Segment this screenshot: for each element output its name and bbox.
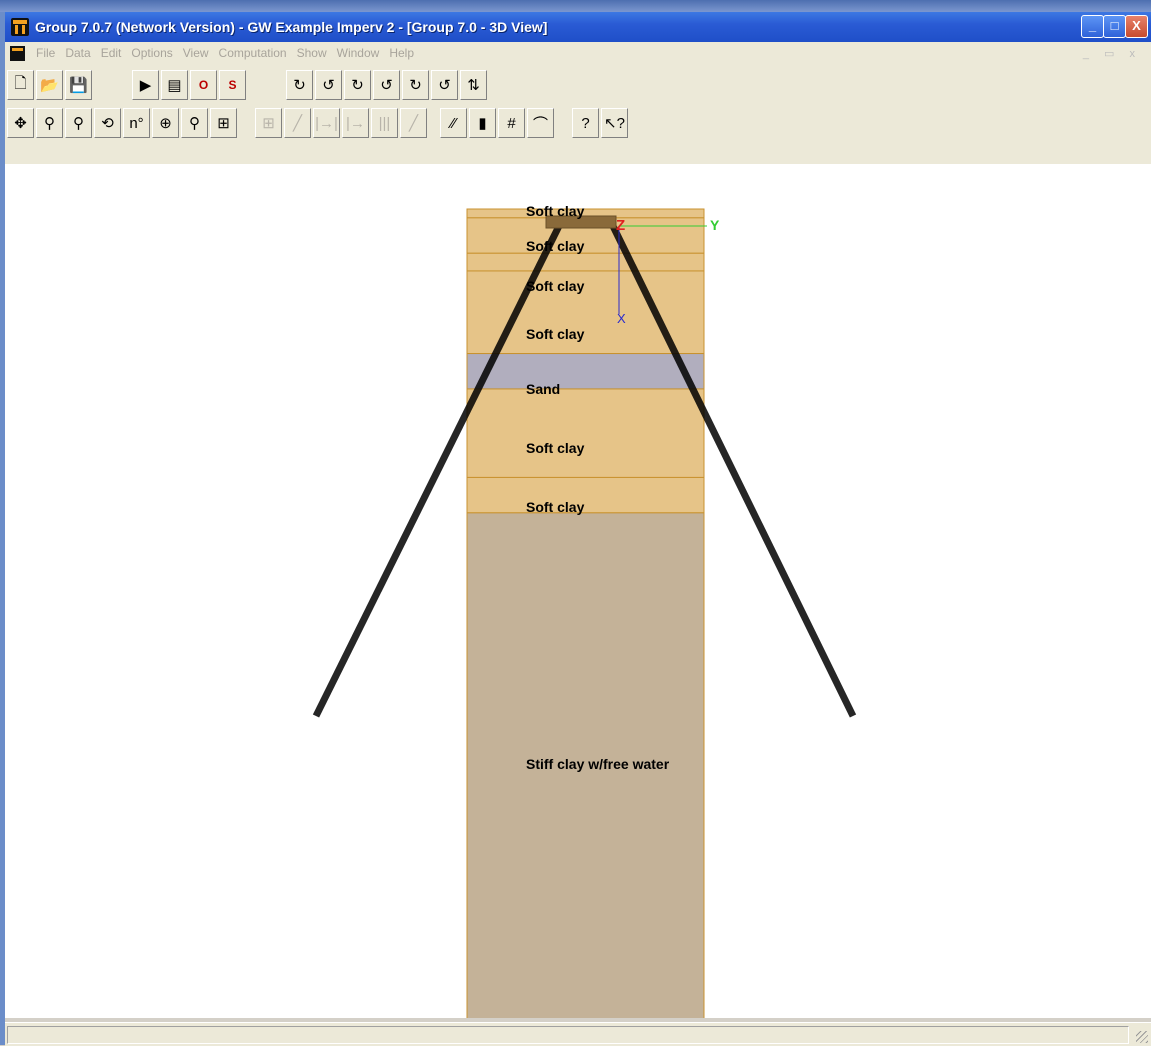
zoom-in-icon[interactable]: ⊕: [152, 108, 179, 138]
pile-line-icon[interactable]: ╱: [284, 108, 311, 138]
status-bar: [5, 1022, 1151, 1046]
new-file-icon[interactable]: 🗋: [7, 70, 34, 100]
zoom-icon[interactable]: ⚲: [36, 108, 63, 138]
close-button[interactable]: X: [1125, 15, 1148, 38]
pan-icon[interactable]: ✥: [7, 108, 34, 138]
load-curve-icon[interactable]: ⌒: [527, 108, 554, 138]
rotate-zx-icon[interactable]: ↻: [344, 70, 371, 100]
save-icon[interactable]: 💾: [65, 70, 92, 100]
rotate-zy-icon[interactable]: ↻: [402, 70, 429, 100]
zoom-out-icon[interactable]: ⚲: [181, 108, 208, 138]
rotate-xz-icon[interactable]: ↺: [373, 70, 400, 100]
deflection-icon[interactable]: ⁄⁄: [440, 108, 467, 138]
help-icon[interactable]: ?: [572, 108, 599, 138]
pile-offset-icon[interactable]: |→: [342, 108, 369, 138]
soil-layer-2: [466, 252, 705, 272]
soil-layer-label: Sand: [526, 381, 560, 397]
open-folder-icon[interactable]: 📂: [36, 70, 63, 100]
z-axis-label: Z: [616, 217, 625, 234]
desktop-top-strip: [0, 0, 1151, 12]
title-bar[interactable]: Group 7.0.7 (Network Version) - GW Examp…: [5, 12, 1151, 42]
status-pane: [7, 1026, 1129, 1044]
soil-layer-6: [466, 476, 705, 514]
view-toolbar: ✥ ⚲ ⚲ ⟲ n° ⊕ ⚲ ⊞ ⊞ ╱ |→| |→ ||| ╱ ⁄⁄ ▮ # ⌒? ↖?: [5, 102, 1151, 164]
menu-edit[interactable]: Edit: [96, 46, 127, 60]
soil-layer-label: Stiff clay w/free water: [526, 756, 670, 772]
soil-layer-label: Soft clay: [526, 440, 585, 456]
zoom-window-icon[interactable]: ⚲: [65, 108, 92, 138]
menu-help[interactable]: Help: [384, 46, 419, 60]
output-file-icon[interactable]: O: [190, 70, 217, 100]
menu-options[interactable]: Options: [126, 46, 177, 60]
maximize-button[interactable]: □: [1103, 15, 1126, 38]
menu-file[interactable]: File: [31, 46, 60, 60]
minimize-button[interactable]: _: [1081, 15, 1104, 38]
pile-group-icon[interactable]: |||: [371, 108, 398, 138]
x-axis-label: X: [617, 311, 626, 326]
run-icon[interactable]: ▶: [132, 70, 159, 100]
rotate-xy-icon[interactable]: ↻: [286, 70, 313, 100]
soil-profile-3d-view: Y Z X Soft clay Soft clay Soft clay Soft clay S…: [312, 203, 857, 1021]
3d-view-canvas[interactable]: Y Z X Soft clay Soft clay Soft clay Soft clay S…: [5, 164, 1151, 1021]
menu-window[interactable]: Window: [332, 46, 385, 60]
soil-layer-label: Soft clay: [526, 203, 585, 219]
menu-computation[interactable]: Computation: [214, 46, 292, 60]
menu-bar: File Data Edit Options View Computation …: [5, 42, 1151, 64]
app-logo-icon: [11, 18, 29, 36]
summary-file-icon[interactable]: S: [219, 70, 246, 100]
rotate-3d-icon[interactable]: ⇅: [460, 70, 487, 100]
pile-head-icon[interactable]: #: [498, 108, 525, 138]
document-logo-icon[interactable]: [10, 45, 25, 61]
context-help-icon[interactable]: ↖?: [601, 108, 628, 138]
main-toolbar: 🗋 📂 💾 ▶ ▤ O S ↻ ↺ ↻ ↺ ↻ ↺ ⇅: [5, 64, 1151, 102]
soil-layer-4: [466, 353, 705, 390]
soil-layer-label: Soft clay: [526, 326, 585, 342]
batter-icon[interactable]: ╱: [400, 108, 427, 138]
pile-cap-icon[interactable]: ⊞: [255, 108, 282, 138]
menu-show[interactable]: Show: [292, 46, 332, 60]
window-title: Group 7.0.7 (Network Version) - GW Examp…: [35, 19, 548, 35]
mdi-window-controls[interactable]: _ ▭ x: [1083, 47, 1141, 60]
rotate-view-icon[interactable]: ⟲: [94, 108, 121, 138]
y-axis-label: Y: [710, 217, 720, 233]
soil-layer-label: Soft clay: [526, 278, 585, 294]
rotate-yx-icon[interactable]: ↺: [315, 70, 342, 100]
soil-layer-5: [466, 388, 705, 478]
input-file-icon[interactable]: ▤: [161, 70, 188, 100]
soil-layer-label: Soft clay: [526, 499, 585, 515]
pile-spacing-icon[interactable]: |→|: [313, 108, 340, 138]
menu-view[interactable]: View: [178, 46, 214, 60]
rotate-yz-icon[interactable]: ↺: [431, 70, 458, 100]
node-number-icon[interactable]: n°: [123, 108, 150, 138]
resize-grip-icon[interactable]: [1136, 1031, 1148, 1043]
color-legend-icon[interactable]: ▮: [469, 108, 496, 138]
menu-data[interactable]: Data: [60, 46, 95, 60]
grid-icon[interactable]: ⊞: [210, 108, 237, 138]
soil-layer-label: Soft clay: [526, 238, 585, 254]
